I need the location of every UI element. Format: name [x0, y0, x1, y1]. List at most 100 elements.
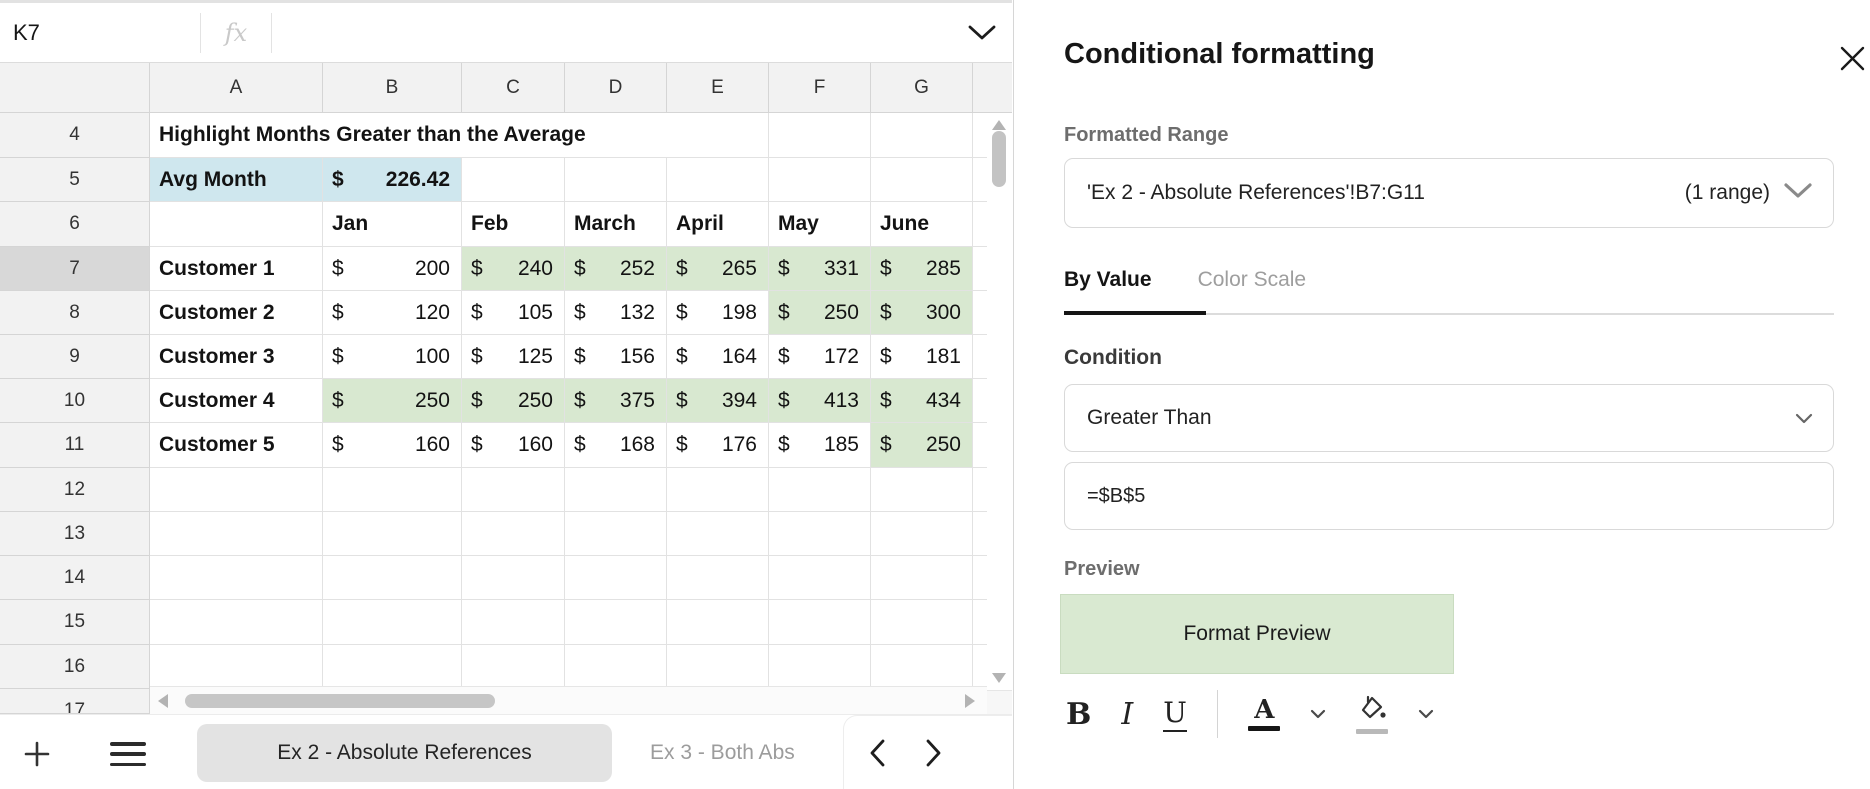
cell-A13[interactable]	[150, 512, 323, 556]
cell-E16[interactable]	[667, 645, 769, 689]
tab-by-value[interactable]: By Value	[1064, 268, 1152, 296]
cell-F10[interactable]: $413	[769, 379, 871, 423]
chevron-down-icon[interactable]	[1418, 709, 1434, 719]
cell-A5[interactable]: Avg Month	[150, 158, 323, 202]
cell-C14[interactable]	[462, 556, 565, 600]
cell-G5[interactable]	[871, 158, 973, 202]
cell-B16[interactable]	[323, 645, 462, 689]
cell-D9[interactable]: $156	[565, 335, 667, 379]
cell-D12[interactable]	[565, 468, 667, 512]
cell-D6[interactable]: March	[565, 202, 667, 247]
cell-A4[interactable]: Highlight Months Greater than the Averag…	[150, 113, 769, 158]
cell-F12[interactable]	[769, 468, 871, 512]
scroll-left-icon[interactable]	[158, 694, 168, 708]
scroll-right-icon[interactable]	[965, 694, 975, 708]
add-sheet-button[interactable]	[22, 739, 52, 769]
cell-G15[interactable]	[871, 600, 973, 645]
cell-C15[interactable]	[462, 600, 565, 645]
col-header-C[interactable]: C	[462, 63, 565, 113]
cell-F16[interactable]	[769, 645, 871, 689]
row-header-13[interactable]: 13	[0, 512, 150, 556]
cell-F5[interactable]	[769, 158, 871, 202]
cell-F13[interactable]	[769, 512, 871, 556]
cell-G10[interactable]: $434	[871, 379, 973, 423]
cell-E6[interactable]: April	[667, 202, 769, 247]
scroll-up-icon[interactable]	[992, 120, 1006, 130]
cell-E14[interactable]	[667, 556, 769, 600]
row-header-16[interactable]: 16	[0, 645, 150, 689]
cell-A11[interactable]: Customer 5	[150, 423, 323, 468]
italic-button[interactable]: I	[1121, 697, 1133, 732]
cell-D7[interactable]: $252	[565, 247, 667, 291]
cell-D8[interactable]: $132	[565, 291, 667, 335]
cell-B13[interactable]	[323, 512, 462, 556]
cell-G6[interactable]: June	[871, 202, 973, 247]
select-all-corner[interactable]	[0, 63, 150, 113]
cell-E9[interactable]: $164	[667, 335, 769, 379]
chevron-down-icon[interactable]	[1310, 709, 1326, 719]
cell-C6[interactable]: Feb	[462, 202, 565, 247]
row-header-7[interactable]: 7	[0, 247, 150, 291]
chevron-left-icon[interactable]	[862, 738, 892, 768]
cell-A16[interactable]	[150, 645, 323, 689]
formula-input[interactable]	[272, 3, 952, 62]
tab-color-scale[interactable]: Color Scale	[1198, 268, 1307, 296]
cell-B6[interactable]: Jan	[323, 202, 462, 247]
cell-A7[interactable]: Customer 1	[150, 247, 323, 291]
cell-D14[interactable]	[565, 556, 667, 600]
bold-button[interactable]: B	[1066, 697, 1091, 732]
row-header-9[interactable]: 9	[0, 335, 150, 379]
cell-A10[interactable]: Customer 4	[150, 379, 323, 423]
cell-G8[interactable]: $300	[871, 291, 973, 335]
cell-E7[interactable]: $265	[667, 247, 769, 291]
cell-C9[interactable]: $125	[462, 335, 565, 379]
cell-B14[interactable]	[323, 556, 462, 600]
cell-F15[interactable]	[769, 600, 871, 645]
cell-G12[interactable]	[871, 468, 973, 512]
sheet-tab-ex2[interactable]: Ex 2 - Absolute References	[197, 724, 612, 782]
cell-A15[interactable]	[150, 600, 323, 645]
font-color-button[interactable]: A	[1248, 697, 1280, 731]
cell-F6[interactable]: May	[769, 202, 871, 247]
cell-E11[interactable]: $176	[667, 423, 769, 468]
chevron-down-icon[interactable]	[952, 24, 1012, 41]
horizontal-scrollbar[interactable]	[150, 686, 987, 714]
cell-D10[interactable]: $375	[565, 379, 667, 423]
cell-F14[interactable]	[769, 556, 871, 600]
cell-E8[interactable]: $198	[667, 291, 769, 335]
row-header-15[interactable]: 15	[0, 600, 150, 645]
cell-D16[interactable]	[565, 645, 667, 689]
cell-A6[interactable]	[150, 202, 323, 247]
formatted-range-selector[interactable]: 'Ex 2 - Absolute References'!B7:G11 (1 r…	[1064, 158, 1834, 228]
cell-E15[interactable]	[667, 600, 769, 645]
cell-E12[interactable]	[667, 468, 769, 512]
cell-B15[interactable]	[323, 600, 462, 645]
cell-E10[interactable]: $394	[667, 379, 769, 423]
cell-A14[interactable]	[150, 556, 323, 600]
scroll-down-icon[interactable]	[992, 673, 1006, 683]
close-icon[interactable]	[1836, 42, 1868, 74]
col-header-F[interactable]: F	[769, 63, 871, 113]
cell-G4[interactable]	[871, 113, 973, 158]
hamburger-icon[interactable]	[110, 742, 146, 766]
condition-dropdown[interactable]: Greater Than	[1064, 384, 1834, 452]
name-box[interactable]: K7	[0, 20, 200, 46]
cell-D11[interactable]: $168	[565, 423, 667, 468]
cell-A9[interactable]: Customer 3	[150, 335, 323, 379]
row-header-5[interactable]: 5	[0, 158, 150, 202]
cell-E5[interactable]	[667, 158, 769, 202]
cell-D13[interactable]	[565, 512, 667, 556]
row-header-10[interactable]: 10	[0, 379, 150, 423]
cell-A12[interactable]	[150, 468, 323, 512]
cell-B12[interactable]	[323, 468, 462, 512]
cell-B10[interactable]: $250	[323, 379, 462, 423]
cell-C12[interactable]	[462, 468, 565, 512]
col-header-E[interactable]: E	[667, 63, 769, 113]
cell-B8[interactable]: $120	[323, 291, 462, 335]
cell-F9[interactable]: $172	[769, 335, 871, 379]
vertical-scrollbar-thumb[interactable]	[992, 131, 1006, 187]
cell-G14[interactable]	[871, 556, 973, 600]
cell-A8[interactable]: Customer 2	[150, 291, 323, 335]
col-header-A[interactable]: A	[150, 63, 323, 113]
cell-B5[interactable]: $226.42	[323, 158, 462, 202]
